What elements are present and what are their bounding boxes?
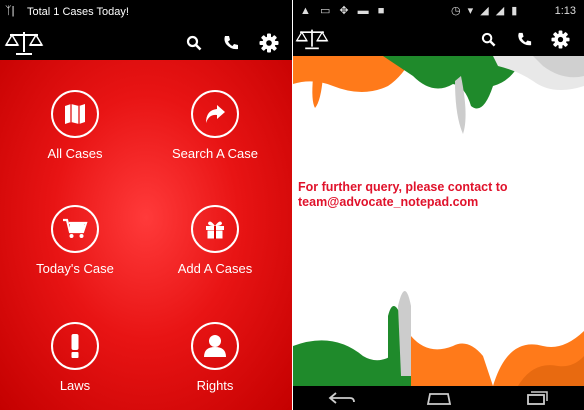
settings-gear-icon[interactable] (254, 26, 284, 60)
menu-laws[interactable]: Laws (10, 322, 140, 393)
menu-label: Laws (59, 378, 91, 393)
right-screen: ▲ ▭ ✥ ▬ ■ ◷ ▾ ◢ ◢ ▮ 1:13 For further que… (293, 0, 584, 410)
menu-search-a-case[interactable]: Search A Case (150, 90, 280, 161)
book-map-icon (51, 90, 99, 138)
status-bar: ▲ ▭ ✥ ▬ ■ ◷ ▾ ◢ ◢ ▮ 1:13 (293, 0, 584, 22)
action-bar (0, 26, 292, 60)
usb-debug-icon: ᛉ| (5, 5, 15, 17)
menu-todays-case[interactable]: Today's Case (10, 205, 140, 276)
phone-icon[interactable] (217, 26, 245, 60)
system-status-icons: ◷ ▾ ◢ ◢ ▮ (451, 5, 520, 17)
cart-icon (51, 205, 99, 253)
search-icon[interactable] (475, 22, 501, 56)
main-menu: All Cases Search A Case Today's Case Add… (0, 60, 292, 410)
status-notification-text: Total 1 Cases Today! (27, 6, 129, 18)
menu-label: Rights (196, 378, 234, 393)
menu-label: Add A Cases (177, 261, 253, 276)
contact-screen: For further query, please contact to tea… (293, 56, 584, 386)
back-icon[interactable] (328, 391, 356, 405)
share-arrow-icon (191, 90, 239, 138)
clock: 1:13 (554, 5, 576, 17)
exclamation-icon (51, 322, 99, 370)
tricolor-paint-top-decoration (293, 56, 584, 134)
settings-gear-icon[interactable] (545, 22, 575, 56)
tricolor-paint-bottom-decoration (293, 291, 584, 386)
home-icon[interactable] (425, 391, 453, 405)
contact-email-link[interactable]: team@advocate_notepad.com (298, 195, 583, 210)
notification-icons: ▲ ▭ ✥ ▬ ■ (300, 5, 388, 17)
menu-label: Today's Case (36, 261, 114, 276)
menu-all-cases[interactable]: All Cases (10, 90, 140, 161)
menu-label: All Cases (47, 146, 103, 161)
menu-add-a-cases[interactable]: Add A Cases (150, 205, 280, 276)
person-icon (191, 322, 239, 370)
phone-icon[interactable] (511, 22, 537, 56)
gift-icon (191, 205, 239, 253)
scales-of-justice-icon[interactable] (293, 22, 331, 56)
action-bar (293, 22, 584, 56)
menu-label: Search A Case (172, 146, 258, 161)
android-nav-bar (293, 386, 584, 410)
recent-apps-icon[interactable] (522, 391, 550, 405)
scales-of-justice-icon[interactable] (2, 26, 46, 60)
contact-message: For further query, please contact to tea… (298, 180, 583, 210)
menu-rights[interactable]: Rights (150, 322, 280, 393)
contact-line: For further query, please contact to (298, 180, 508, 194)
left-screen: ᛉ| Total 1 Cases Today! All Cases Search… (0, 0, 292, 410)
status-bar: ᛉ| Total 1 Cases Today! (0, 0, 292, 26)
search-icon[interactable] (180, 26, 208, 60)
